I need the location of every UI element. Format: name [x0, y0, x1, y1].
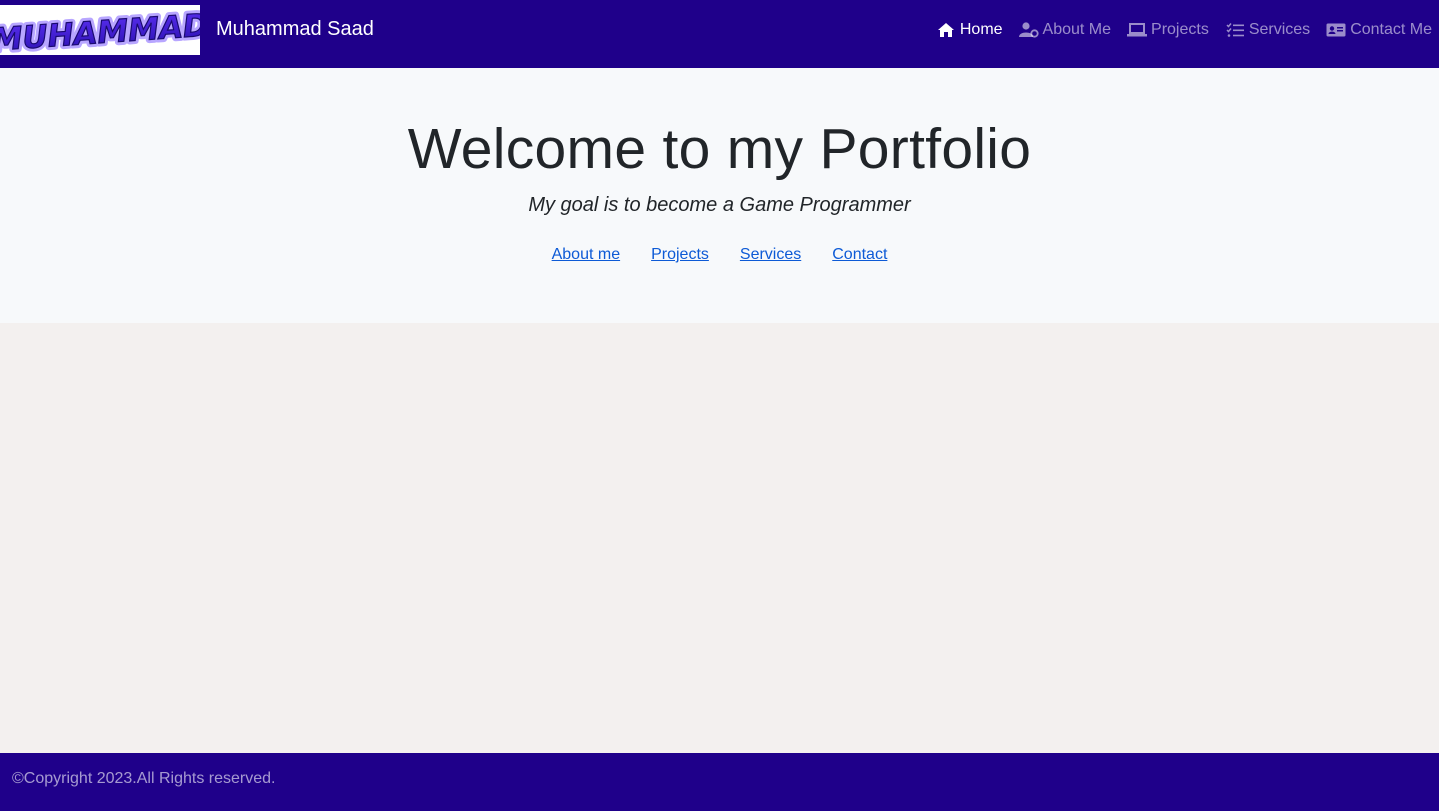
- navbar: MUHAMMAD MUHAMMAD Muhammad Saad Home Abo…: [0, 0, 1439, 68]
- hero-title: Welcome to my Portfolio: [407, 117, 1032, 181]
- user-gear-icon: [1018, 21, 1039, 39]
- laptop-icon: [1127, 21, 1148, 39]
- nav-projects[interactable]: Projects: [1127, 21, 1209, 39]
- hero-subtitle: My goal is to become a Game Programmer: [528, 194, 911, 216]
- hero-section: Welcome to my Portfolio My goal is to be…: [0, 68, 1439, 323]
- nav-services[interactable]: Services: [1225, 21, 1310, 39]
- footer: ©Copyright 2023.All Rights reserved.: [0, 753, 1439, 811]
- hero-link-projects[interactable]: Projects: [651, 245, 709, 265]
- logo[interactable]: MUHAMMAD MUHAMMAD: [0, 5, 200, 55]
- copyright-text: ©Copyright 2023.All Rights reserved.: [12, 770, 276, 787]
- logo-image: MUHAMMAD MUHAMMAD: [0, 5, 200, 55]
- nav-contact-me-label: Contact Me: [1350, 21, 1432, 38]
- brand-name[interactable]: Muhammad Saad: [216, 17, 374, 41]
- hero-link-about-me[interactable]: About me: [552, 245, 620, 265]
- main-content: [0, 323, 1439, 753]
- home-icon: [936, 21, 956, 39]
- hero-links: About me Projects Services Contact: [0, 245, 1439, 265]
- nav-links: Home About Me Projects Services Contact …: [920, 18, 1432, 42]
- nav-about-me-label: About Me: [1042, 21, 1112, 38]
- hero-link-contact[interactable]: Contact: [832, 245, 887, 265]
- nav-projects-label: Projects: [1151, 21, 1209, 38]
- hero-link-services[interactable]: Services: [740, 245, 801, 265]
- address-card-icon: [1326, 21, 1346, 39]
- checklist-icon: [1225, 21, 1245, 39]
- nav-home[interactable]: Home: [936, 21, 1003, 39]
- nav-home-label: Home: [959, 21, 1003, 38]
- nav-services-label: Services: [1248, 21, 1311, 38]
- nav-about-me[interactable]: About Me: [1018, 21, 1112, 39]
- nav-contact-me[interactable]: Contact Me: [1326, 21, 1432, 39]
- svg-text:MUHAMMAD: MUHAMMAD: [0, 7, 200, 55]
